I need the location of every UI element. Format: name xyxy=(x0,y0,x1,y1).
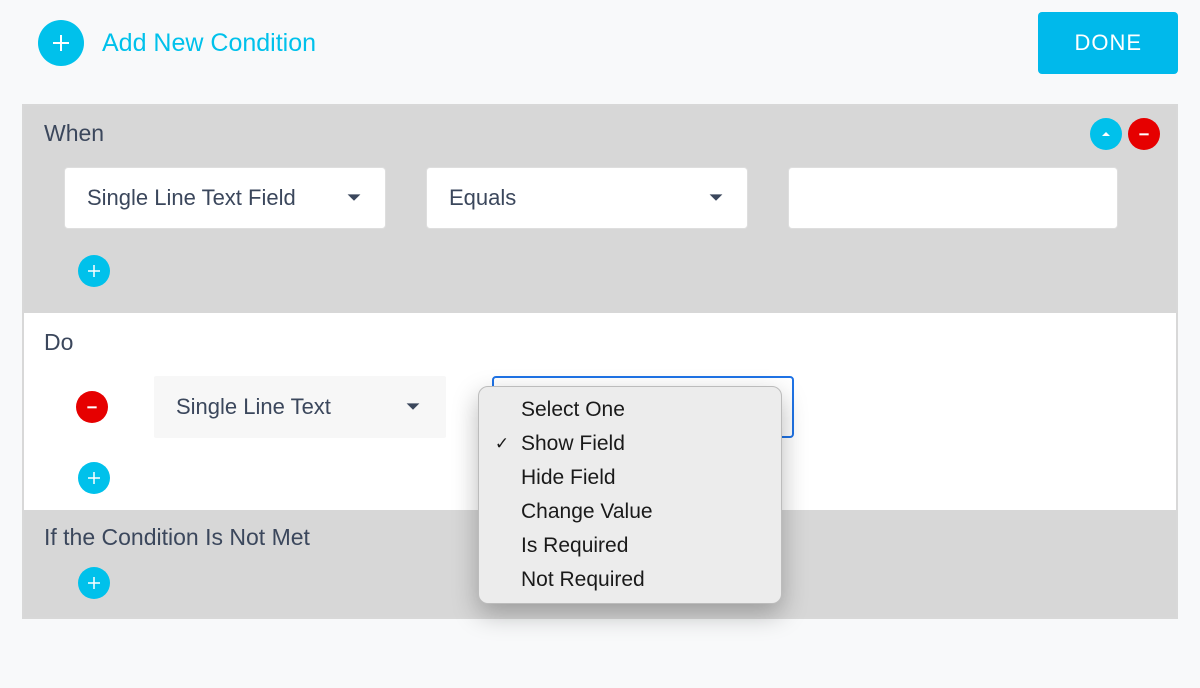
when-field-selected-label: Single Line Text Field xyxy=(87,185,296,211)
dropdown-option-label: Not Required xyxy=(521,568,645,592)
dropdown-option-label: Show Field xyxy=(521,432,625,456)
when-title: When xyxy=(44,120,1156,147)
chevron-down-icon xyxy=(402,396,424,418)
do-action-dropdown[interactable]: Select One ✓ Show Field Hide Field Change Va… xyxy=(478,386,782,604)
when-operator-select[interactable]: Equals xyxy=(426,167,748,229)
collapse-icon[interactable] xyxy=(1090,118,1122,150)
dropdown-option[interactable]: Not Required xyxy=(479,563,781,597)
do-field-select[interactable]: Single Line Text xyxy=(154,376,446,438)
dropdown-option[interactable]: ✓ Show Field xyxy=(479,427,781,461)
add-when-rule-icon[interactable] xyxy=(78,255,110,287)
done-button[interactable]: DONE xyxy=(1038,12,1178,74)
dropdown-option-label: Select One xyxy=(521,398,625,422)
dropdown-option[interactable]: Is Required xyxy=(479,529,781,563)
dropdown-option[interactable]: Change Value xyxy=(479,495,781,529)
dropdown-option-label: Change Value xyxy=(521,500,653,524)
when-field-select[interactable]: Single Line Text Field xyxy=(64,167,386,229)
do-title: Do xyxy=(44,329,1156,356)
dropdown-option[interactable]: Hide Field xyxy=(479,461,781,495)
add-new-condition[interactable]: Add New Condition xyxy=(38,20,316,66)
add-do-rule-icon[interactable] xyxy=(78,462,110,494)
when-section: When Single Line Text Field Equals xyxy=(24,106,1176,313)
add-new-condition-label: Add New Condition xyxy=(102,29,316,58)
remove-do-rule-icon[interactable] xyxy=(76,391,108,423)
check-icon: ✓ xyxy=(493,434,511,454)
dropdown-option-label: Hide Field xyxy=(521,466,616,490)
chevron-down-icon xyxy=(343,187,365,209)
dropdown-option-label: Is Required xyxy=(521,534,628,558)
when-operator-selected-label: Equals xyxy=(449,185,516,211)
when-value-input[interactable] xyxy=(788,167,1118,229)
do-field-selected-label: Single Line Text xyxy=(176,394,331,420)
add-else-rule-icon[interactable] xyxy=(78,567,110,599)
remove-condition-icon[interactable] xyxy=(1128,118,1160,150)
plus-icon xyxy=(38,20,84,66)
dropdown-option[interactable]: Select One xyxy=(479,393,781,427)
chevron-down-icon xyxy=(705,187,727,209)
